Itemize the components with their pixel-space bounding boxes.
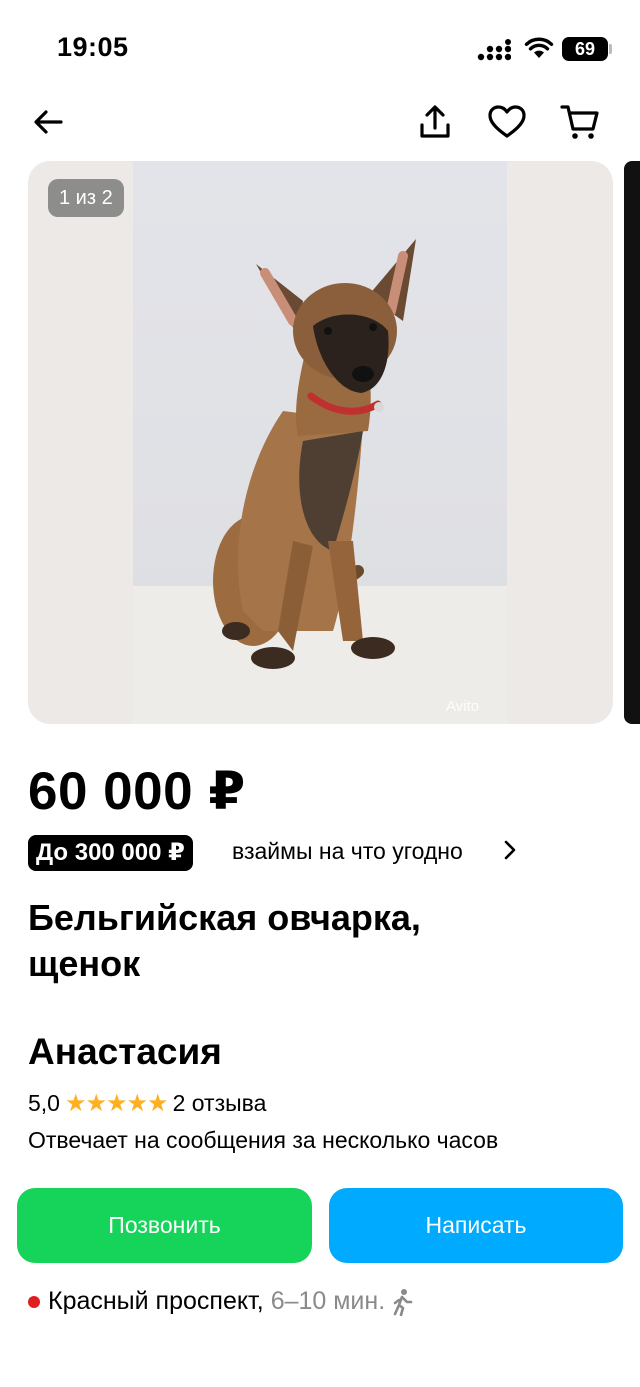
puppy-illustration: [213, 239, 416, 669]
cellular-signal-icon: [477, 39, 511, 61]
back-icon: [34, 110, 63, 134]
star-icon: ★★★★★: [64, 1090, 169, 1117]
reviews-count[interactable]: 2 отзыва: [173, 1090, 267, 1117]
seller-name[interactable]: Анастасия: [28, 1031, 222, 1073]
metro-location: Красный проспект, 6–10 мин.: [28, 1287, 415, 1316]
next-photo-peek[interactable]: [624, 161, 640, 724]
cart-icon: [560, 105, 599, 139]
cart-button[interactable]: [556, 98, 604, 146]
listing-title: Бельгийская овчарка, щенок: [28, 895, 588, 987]
seller-reply-time: Отвечает на сообщения за несколько часов: [28, 1127, 499, 1153]
rating-value: 5,0: [28, 1090, 60, 1116]
write-button[interactable]: Написать: [329, 1188, 623, 1263]
loan-offer-link[interactable]: взаймы на что угодно: [232, 838, 463, 865]
favorite-button[interactable]: [483, 98, 531, 146]
listing-title-line-2: щенок: [28, 943, 141, 984]
chevron-right-icon[interactable]: [503, 839, 517, 868]
status-time: 19:05: [57, 32, 129, 62]
metro-dot-icon: [28, 1295, 40, 1308]
metro-station: Красный проспект,: [48, 1287, 264, 1315]
battery-indicator: 69: [562, 37, 608, 61]
walk-time: 6–10 мин.: [270, 1287, 386, 1315]
battery-tip: [609, 44, 612, 54]
loan-badge[interactable]: До 300 000 ₽: [28, 835, 193, 871]
listing-price: 60 000 ₽: [28, 762, 246, 821]
back-button[interactable]: [24, 98, 72, 146]
walking-icon: [393, 1288, 413, 1316]
heart-icon: [488, 105, 526, 138]
wifi-icon: [524, 37, 554, 58]
photo-counter: 1 из 2: [48, 179, 124, 217]
call-button[interactable]: Позвонить: [17, 1188, 312, 1263]
listing-photo[interactable]: [133, 161, 507, 724]
photo-gallery[interactable]: [28, 161, 613, 724]
seller-rating[interactable]: 5,0 ★★★★★ 2 отзыва: [28, 1089, 266, 1118]
share-icon: [420, 105, 450, 138]
share-button[interactable]: [411, 98, 459, 146]
avito-watermark: Avito: [446, 698, 480, 715]
listing-title-line-1: Бельгийская овчарка,: [28, 897, 421, 938]
